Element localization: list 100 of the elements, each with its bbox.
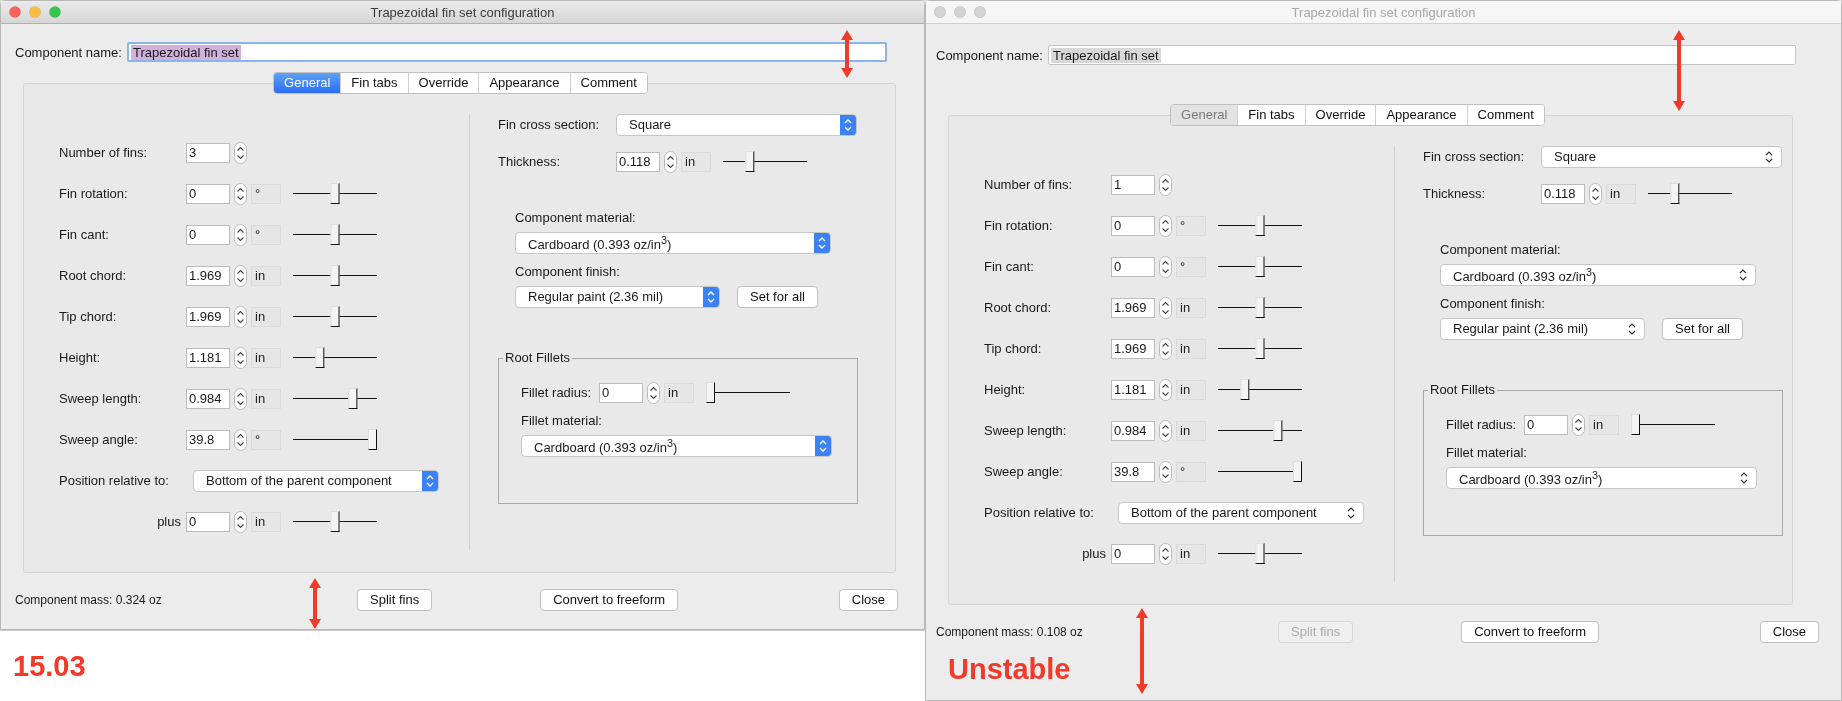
field-label: Fillet material: [1446,444,1528,460]
number-field[interactable]: 0 [186,224,230,245]
number-field[interactable]: 1.969 [1111,297,1155,318]
slider-thumb[interactable] [1255,255,1265,277]
name-field[interactable]: Trapezoidal fin set [126,42,887,62]
number-field[interactable]: 1.969 [1111,338,1155,359]
unit-label: ° [1176,215,1206,236]
slider-thumb[interactable] [1293,460,1302,482]
number-field[interactable]: 39.8 [186,429,230,450]
field-label: Thickness: [1423,186,1487,202]
slider-thumb[interactable] [368,428,377,450]
dropdown[interactable]: Cardboard (0.393 oz/in$^{3}$) [1446,466,1757,489]
slider-thumb[interactable] [348,387,358,409]
spinner-arrows-icon[interactable] [234,264,247,287]
spinner-arrows-icon[interactable] [1159,542,1172,565]
slider-thumb[interactable] [1255,296,1265,318]
split-fins-button[interactable]: Split fins [357,588,433,611]
number-field[interactable]: 0 [1111,215,1155,236]
slider-thumb[interactable] [330,264,340,286]
slider-thumb[interactable] [1631,413,1640,435]
dropdown[interactable]: Cardboard (0.393 oz/in$^{3}$) [515,231,831,254]
dropdown[interactable]: Regular paint (2.36 mil) [515,285,720,308]
set-for-all-button[interactable]: Set for all [737,285,818,308]
spinner-arrows-icon[interactable] [664,150,677,173]
number-field[interactable]: 0 [599,382,643,403]
spinner-arrows-icon[interactable] [647,381,660,404]
number-field[interactable]: 0.984 [186,388,230,409]
slider-thumb[interactable] [330,305,340,327]
spinner-arrows-icon[interactable] [1159,173,1172,196]
spinner-arrows-icon[interactable] [1159,337,1172,360]
close-button[interactable]: Close [838,588,898,611]
spinner-arrows-icon[interactable] [234,141,247,164]
slider-thumb[interactable] [330,510,340,532]
field-label: Root chord: [984,300,1053,316]
dropdown[interactable]: Cardboard (0.393 oz/in$^{3}$) [521,434,832,457]
double-arrow-icon [308,576,322,631]
slider-thumb[interactable] [330,223,340,245]
spinner-arrows-icon[interactable] [234,346,247,369]
spinner-arrows-icon[interactable] [234,305,247,328]
field-label: Tip chord: [984,341,1043,357]
mass-label: Component mass: 0.324 oz [15,592,163,607]
dropdown[interactable]: Bottom of the parent component [1118,501,1364,524]
field-label: Component material: [1440,241,1562,257]
field-label: Fin cross section: [1423,149,1526,165]
convert-button[interactable]: Convert to freeform [540,588,679,611]
slider-thumb[interactable] [330,182,340,204]
number-field[interactable]: 1.969 [186,265,230,286]
dropdown[interactable]: Bottom of the parent component [193,469,439,492]
updown-chevron-icon [840,114,856,135]
window-title: Trapezoidal fin set configuration [370,4,555,20]
slider-thumb[interactable] [706,381,715,403]
slider-thumb[interactable] [315,346,325,368]
unit-label: in [664,382,694,403]
field-label: Fin rotation: [59,186,129,202]
spinner-arrows-icon[interactable] [1159,378,1172,401]
updown-chevron-icon [703,286,719,307]
number-field[interactable]: 39.8 [1111,461,1155,482]
spinner-arrows-icon[interactable] [1159,255,1172,278]
field-label: Component name: [15,44,122,60]
spinner-arrows-icon[interactable] [234,387,247,410]
number-field[interactable]: 1.969 [186,306,230,327]
spinner-arrows-icon[interactable] [1572,413,1585,436]
number-field[interactable]: 0 [1111,543,1155,564]
slider-thumb[interactable] [1273,419,1283,441]
number-field[interactable]: 0 [1524,414,1568,435]
slider-thumb[interactable] [1670,182,1680,204]
spinner-arrows-icon[interactable] [1159,296,1172,319]
number-field[interactable]: 1.181 [186,347,230,368]
spinner-arrows-icon[interactable] [1159,419,1172,442]
mass-label: Component mass: 0.108 oz [936,624,1084,639]
slider-thumb[interactable] [1255,542,1265,564]
number-field[interactable]: 3 [186,142,230,163]
unit-label: in [251,388,281,409]
number-field[interactable]: 0 [186,183,230,204]
dropdown[interactable]: Square [616,113,857,136]
slider-thumb[interactable] [1255,214,1265,236]
spinner-arrows-icon[interactable] [234,510,247,533]
spinner-arrows-icon[interactable] [234,182,247,205]
number-field[interactable]: 1 [1111,174,1155,195]
updown-chevron-icon [422,470,438,491]
unit-label: ° [251,224,281,245]
unit-label: in [251,511,281,532]
slider-thumb[interactable] [1240,378,1250,400]
spinner-arrows-icon[interactable] [234,428,247,451]
field-label: Number of fins: [59,145,149,161]
slider-thumb[interactable] [745,150,755,172]
number-field[interactable]: 0.118 [616,151,660,172]
number-field[interactable]: 1.181 [1111,379,1155,400]
number-field[interactable]: 0 [1111,256,1155,277]
spinner-arrows-icon[interactable] [1159,214,1172,237]
tab[interactable]: Comment [569,72,647,93]
spinner-arrows-icon[interactable] [234,223,247,246]
field-label: Component finish: [1440,295,1546,311]
number-field[interactable]: 0 [186,511,230,532]
slider-thumb[interactable] [1255,337,1265,359]
tab[interactable]: General [274,72,341,93]
updown-chevron-icon [814,232,830,253]
unit-label: in [1176,420,1206,441]
number-field[interactable]: 0.984 [1111,420,1155,441]
spinner-arrows-icon[interactable] [1159,460,1172,483]
